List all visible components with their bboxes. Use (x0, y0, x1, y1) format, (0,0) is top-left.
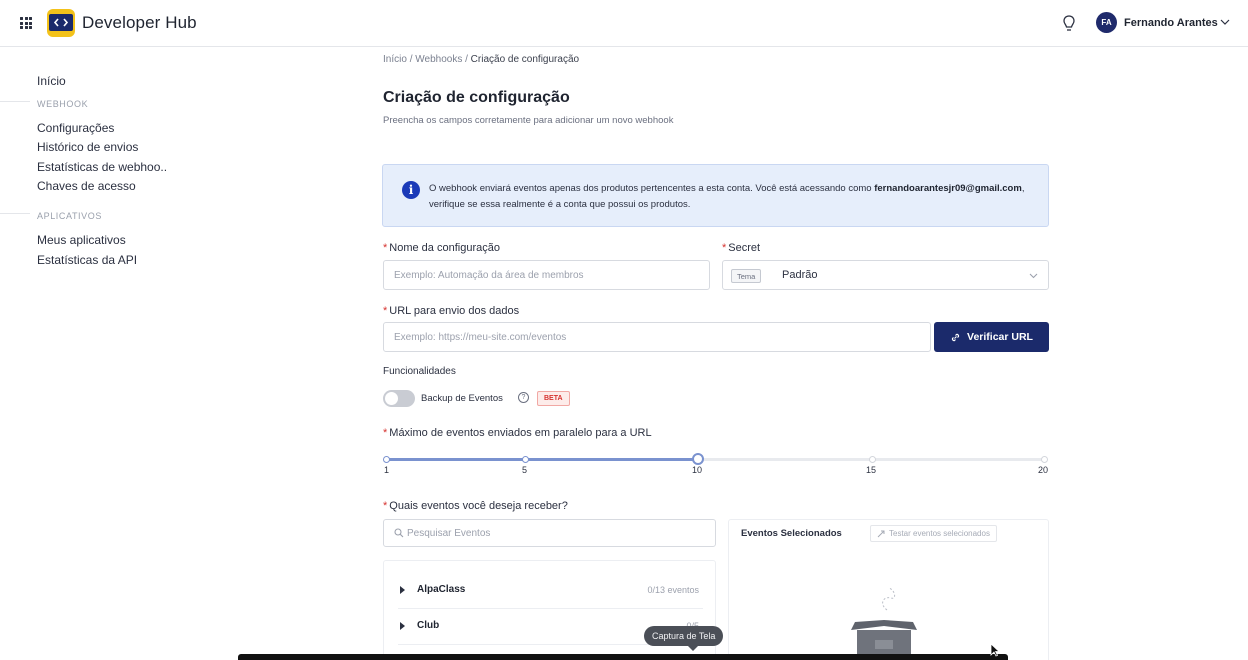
sidebar-item-meus-aplicativos[interactable]: Meus aplicativos (37, 233, 126, 247)
slider-tick-label: 10 (692, 465, 703, 475)
verify-url-button[interactable]: Verificar URL (934, 322, 1049, 352)
screenshot-tooltip: Captura de Tela (644, 626, 724, 651)
top-bar: Developer Hub FA Fernando Arantes (0, 0, 1248, 47)
info-text-start: O webhook enviará eventos apenas dos pro… (429, 183, 872, 194)
functionalities-title: Funcionalidades (383, 366, 456, 377)
name-label: * Nome da configuração (383, 242, 500, 254)
list-item[interactable]: AlpaClass 0/13 eventos (398, 574, 703, 609)
secret-label: * Secret (722, 242, 761, 254)
slider-tick-label: 20 (1038, 465, 1049, 475)
selected-events-panel: Eventos Selecionados Testar eventos sele… (728, 519, 1049, 660)
secret-select[interactable]: Tema Padrão (722, 260, 1049, 290)
slider-tick-15[interactable] (869, 456, 876, 463)
test-selected-events-button[interactable]: Testar eventos selecionados (870, 525, 997, 542)
secret-tag: Tema (731, 269, 762, 283)
breadcrumb-item-webhooks[interactable]: Webhooks (415, 54, 462, 65)
event-group-name: AlpaClass (417, 584, 466, 595)
backup-toggle[interactable] (383, 390, 415, 407)
info-text: O webhook enviará eventos apenas dos pro… (429, 181, 1029, 213)
caret-right-icon[interactable] (400, 586, 405, 594)
selected-events-title: Eventos Selecionados (741, 528, 842, 539)
page-subtitle: Preencha os campos corretamente para adi… (383, 115, 674, 126)
sidebar-section-aplicativos: APLICATIVOS (37, 211, 102, 221)
sidebar-item-configuracoes[interactable]: Configurações (37, 121, 114, 135)
slider-tick-5[interactable] (522, 456, 529, 463)
help-icon[interactable]: ? (518, 392, 529, 403)
events-search-input[interactable]: Pesquisar Eventos (383, 519, 716, 547)
url-input[interactable]: Exemplo: https://meu-site.com/eventos (383, 322, 931, 352)
sidebar-item-chaves[interactable]: Chaves de acesso (37, 179, 136, 193)
developer-hub-logo-icon[interactable] (47, 9, 75, 37)
info-icon: i (402, 181, 420, 199)
chevron-down-icon[interactable] (1220, 18, 1230, 26)
parallel-label: * Máximo de eventos enviados em paralelo … (383, 427, 652, 439)
slider-tick-label: 15 (866, 465, 877, 475)
verify-url-label: Verificar URL (967, 331, 1033, 343)
slider-tick-label: 5 (522, 465, 528, 475)
chevron-down-icon[interactable] (1029, 272, 1038, 279)
sidebar-divider (0, 213, 30, 214)
bottom-toolbar[interactable] (238, 654, 1008, 660)
backup-label: Backup de Eventos (421, 393, 503, 404)
parallel-slider-handle[interactable] (692, 453, 704, 465)
name-input[interactable]: Exemplo: Automação da área de membros (383, 260, 710, 290)
sidebar-item-historico[interactable]: Histórico de envios (37, 140, 138, 154)
breadcrumb: Início / Webhooks / Criação de configura… (383, 54, 579, 65)
sidebar-item-estatisticas-webhook[interactable]: Estatísticas de webhoo.. (37, 160, 167, 174)
sidebar-section-webhook: WEBHOOK (37, 99, 89, 109)
user-name[interactable]: Fernando Arantes (1124, 17, 1218, 29)
info-banner: i O webhook enviará eventos apenas dos p… (382, 164, 1049, 227)
sidebar-item-home[interactable]: Início (37, 74, 66, 88)
apps-grid-icon[interactable] (20, 17, 32, 29)
cursor-icon (990, 643, 1000, 657)
parallel-slider-fill (386, 458, 698, 461)
beta-badge: BETA (537, 391, 570, 406)
secret-value: Padrão (782, 269, 818, 281)
search-icon (394, 528, 404, 538)
breadcrumb-current: Criação de configuração (470, 54, 580, 65)
avatar[interactable]: FA (1096, 12, 1117, 33)
breadcrumb-item-inicio[interactable]: Início (383, 54, 407, 65)
info-email: fernandoarantesjr09@gmail.com (874, 183, 1022, 194)
lightbulb-icon[interactable] (1062, 14, 1076, 34)
events-label: * Quais eventos você deseja receber? (383, 500, 568, 512)
slider-tick-20[interactable] (1041, 456, 1048, 463)
slider-tick-1[interactable] (383, 456, 390, 463)
brand-name[interactable]: Developer Hub (82, 13, 197, 33)
sidebar-divider (0, 101, 30, 102)
page-title: Criação de configuração (383, 89, 570, 106)
sidebar-item-estatisticas-api[interactable]: Estatísticas da API (37, 253, 137, 267)
empty-box-icon (851, 587, 917, 660)
caret-right-icon[interactable] (400, 622, 405, 630)
url-label: * URL para envio dos dados (383, 305, 520, 317)
slider-tick-label: 1 (384, 465, 390, 475)
link-icon (951, 333, 960, 341)
test-icon (877, 530, 885, 537)
event-group-name: Club (417, 620, 440, 631)
event-group-count: 0/13 eventos (647, 585, 699, 595)
